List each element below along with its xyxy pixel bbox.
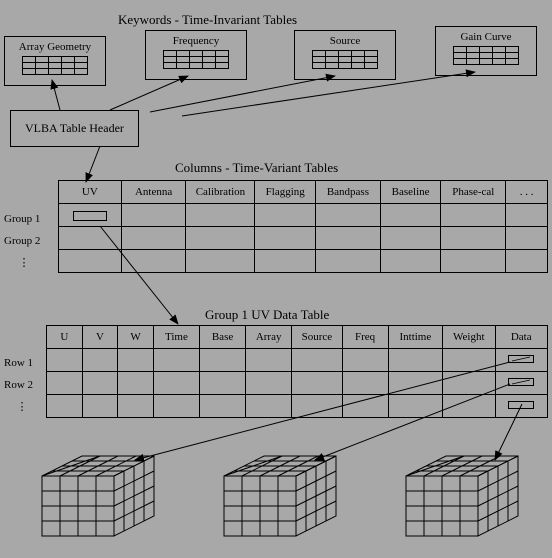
cube-icon bbox=[42, 456, 154, 536]
cubes-and-arrows-layer bbox=[0, 0, 552, 558]
cube-icon bbox=[224, 456, 336, 536]
cube-icon bbox=[406, 456, 518, 536]
